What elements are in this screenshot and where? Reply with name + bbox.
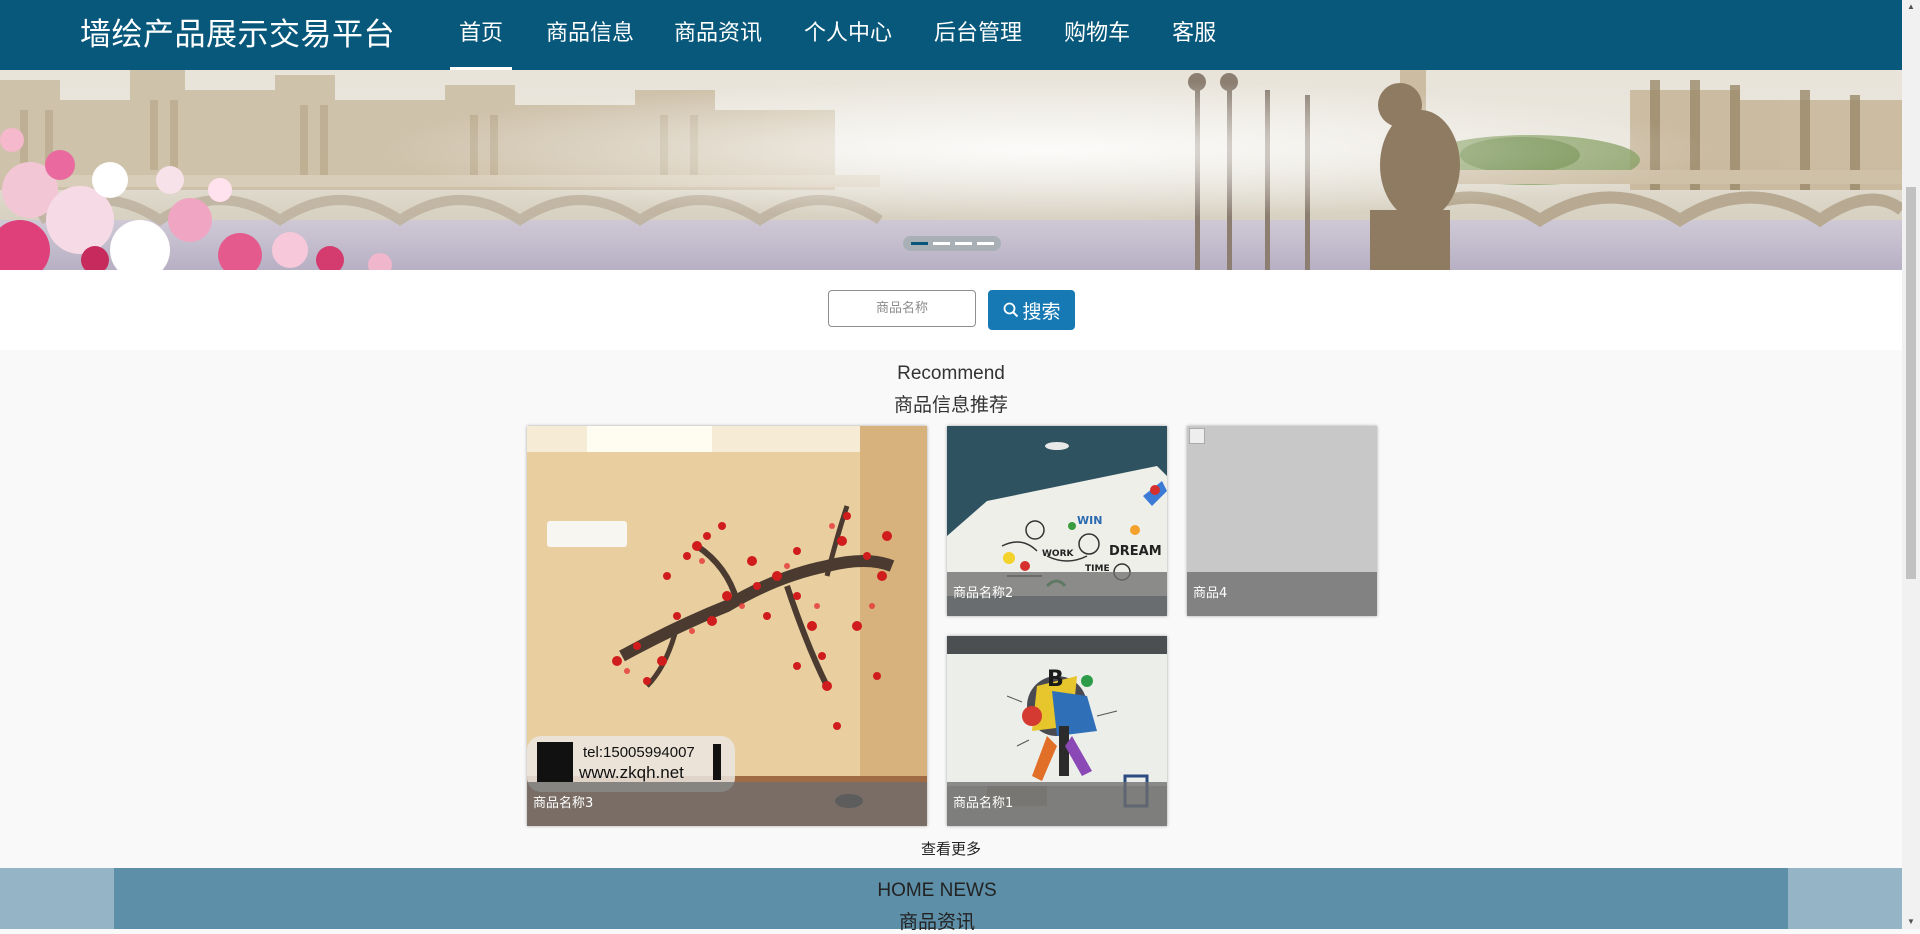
nav-item-admin[interactable]: 后台管理 bbox=[934, 0, 1022, 70]
scrollbar-thumb[interactable] bbox=[1906, 187, 1916, 579]
nav-item-cart[interactable]: 购物车 bbox=[1064, 0, 1130, 70]
nav-item-home[interactable]: 首页 bbox=[450, 0, 512, 70]
watermark-logo bbox=[537, 742, 573, 782]
nav-item-customer-service[interactable]: 客服 bbox=[1172, 0, 1216, 70]
svg-text:WIN: WIN bbox=[1077, 514, 1102, 527]
news-title-cn: 商品资讯 bbox=[898, 911, 975, 933]
product-card-caption: 商品名称1 bbox=[947, 782, 1167, 826]
product-card-caption: 商品名称2 bbox=[947, 572, 1167, 616]
scroll-down-arrow-icon[interactable]: ▼ bbox=[1902, 915, 1920, 929]
watermark-bracket bbox=[713, 744, 721, 780]
nav-menu: 首页 商品信息 商品资讯 个人中心 后台管理 购物车 客服 bbox=[450, 0, 1216, 70]
product-card-caption: 商品名称3 bbox=[527, 782, 927, 826]
top-nav: 墙绘产品展示交易平台 首页 商品信息 商品资讯 个人中心 后台管理 购物车 客服 bbox=[0, 0, 1902, 70]
vertical-scrollbar[interactable]: ▲ ▼ bbox=[1902, 0, 1920, 929]
product-card-3[interactable]: tel:15005994007 www.zkqh.net 商品名称3 bbox=[527, 426, 927, 826]
recommend-title-cn: 商品信息推荐 bbox=[893, 394, 1008, 416]
product-card-2[interactable]: WIN DREAM WORK TIME 商品名称2 bbox=[947, 426, 1167, 616]
view-more-link[interactable]: 查看更多 bbox=[0, 838, 1902, 859]
search-button[interactable]: 搜索 bbox=[988, 290, 1075, 330]
banner-carousel[interactable] bbox=[0, 70, 1902, 270]
search-bar: 搜索 bbox=[0, 270, 1902, 350]
search-button-label: 搜索 bbox=[1022, 300, 1061, 323]
carousel-dot-4[interactable] bbox=[976, 242, 994, 245]
product-card-4[interactable]: 商品4 bbox=[1187, 426, 1377, 616]
watermark-url: www.zkqh.net bbox=[579, 763, 684, 782]
broken-image-icon bbox=[1189, 428, 1205, 444]
carousel-indicators bbox=[903, 236, 1001, 251]
site-title[interactable]: 墙绘产品展示交易平台 bbox=[80, 0, 395, 70]
search-input[interactable] bbox=[828, 290, 976, 327]
search-icon bbox=[1004, 302, 1019, 318]
product-card-caption: 商品4 bbox=[1187, 572, 1377, 616]
news-title-en: HOME NEWS bbox=[877, 880, 997, 901]
scroll-up-arrow-icon[interactable]: ▲ bbox=[1902, 0, 1920, 14]
carousel-dot-1[interactable] bbox=[910, 242, 928, 245]
carousel-dot-2[interactable] bbox=[932, 242, 950, 245]
svg-text:WORK: WORK bbox=[1042, 549, 1075, 559]
watermark-tel: tel:15005994007 bbox=[583, 744, 695, 761]
svg-text:B: B bbox=[1047, 667, 1064, 692]
recommend-title-en: Recommend bbox=[897, 363, 1005, 384]
nav-item-personal-center[interactable]: 个人中心 bbox=[804, 0, 892, 70]
carousel-dot-3[interactable] bbox=[954, 242, 972, 245]
nav-item-products[interactable]: 商品信息 bbox=[546, 0, 634, 70]
product-card-1[interactable]: B 商品名称1 bbox=[947, 636, 1167, 826]
svg-text:DREAM: DREAM bbox=[1109, 544, 1162, 559]
nav-item-product-news[interactable]: 商品资讯 bbox=[674, 0, 762, 70]
